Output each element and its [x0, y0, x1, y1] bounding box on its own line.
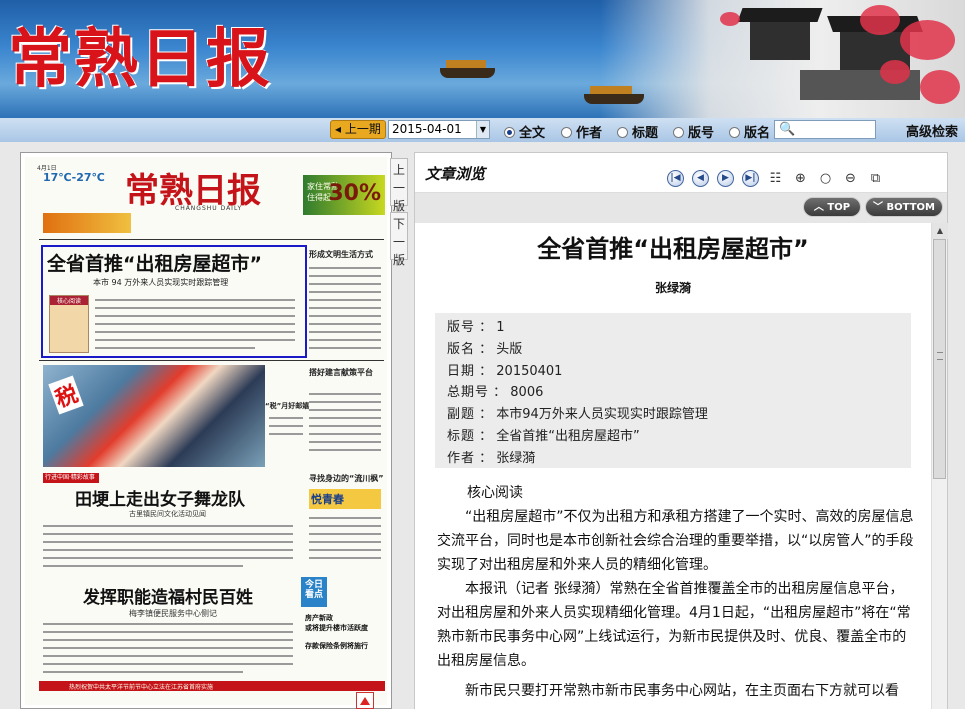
headline-article-hotspot[interactable]: 全省首推“出租房屋超市” 本市 94 万外来人员实现实时跟踪管理 核心阅读: [41, 245, 307, 358]
article-metadata: 版号 ： 1 版名 ： 头版 日期 ： 20150401 总期号 ： 8006 …: [435, 313, 911, 468]
ad-banner-top[interactable]: 家住常熟 住得起 30%: [303, 175, 385, 215]
front-page-photo[interactable]: 税: [43, 365, 265, 467]
next-page-button[interactable]: 下一版: [390, 212, 408, 267]
zoom-out-icon[interactable]: ⊖: [842, 170, 859, 187]
ad-banner-left[interactable]: [43, 213, 131, 233]
story3-headline[interactable]: 发挥职能造福村民百姓: [83, 583, 253, 608]
panel-title: 文章浏览: [425, 165, 486, 183]
pdf-download-icon[interactable]: [356, 692, 374, 709]
first-article-icon[interactable]: |◀: [667, 170, 684, 187]
issue-date-select[interactable]: 2015-04-01 ▼: [388, 120, 490, 139]
zoom-in-icon[interactable]: ⊕: [792, 170, 809, 187]
radio-author[interactable]: 作者: [561, 122, 602, 141]
meta-page-name: 版名 ： 头版: [447, 341, 523, 357]
article-list-icon[interactable]: ☷: [767, 170, 784, 187]
article-title: 全省首推“出租房屋超市”: [537, 235, 809, 263]
search-icon[interactable]: 🔍: [779, 122, 795, 137]
meta-title: 标题 ： 全省首推“出租房屋超市”: [447, 428, 640, 444]
newspaper-page-image[interactable]: 4月1日 17℃-27℃ 常熟日报 CHANGSHU DAILY 家住常熟 住得…: [25, 157, 387, 705]
newspaper-page-panel: 4月1日 17℃-27℃ 常熟日报 CHANGSHU DAILY 家住常熟 住得…: [20, 152, 392, 709]
search-input[interactable]: 🔍: [774, 120, 876, 139]
side-headline-3[interactable]: 寻找身边的“流川枫”: [309, 473, 384, 484]
banner-scenery: [600, 0, 965, 120]
yuqing-ad[interactable]: 悦青春: [309, 489, 381, 509]
core-reading-box: 核心阅读: [49, 295, 89, 353]
radio-page-name[interactable]: 版名: [729, 122, 770, 141]
meta-author: 作者 ： 张绿漪: [447, 450, 536, 466]
article-paragraph-2: “出租房屋超市”不仅为出租方和承租方搭建了一个实时、高效的房屋信息交流平台，同时…: [437, 509, 914, 573]
article-paragraph-3: 本报讯（记者 张绿漪）常熟在全省首推覆盖全市的出租房屋信息平台，对出租房屋和外来…: [437, 581, 911, 669]
radio-page-no[interactable]: 版号: [673, 122, 714, 141]
article-toolbar: 文章浏览 |◀ ◀ ▶ ▶| ☷ ⊕ ○ ⊖ ⧉: [415, 153, 947, 193]
today-highlights-badge: 今日看点: [301, 577, 327, 607]
article-panel: 文章浏览 |◀ ◀ ▶ ▶| ☷ ⊕ ○ ⊖ ⧉ ︿ TOP ﹀ BOTTOM …: [414, 152, 948, 709]
prev-page-button[interactable]: 上一版: [390, 158, 408, 213]
meta-subtitle: 副题 ： 本市94万外来人员实现实时跟踪管理: [447, 407, 708, 423]
scroll-jump-bar: ︿ TOP ﹀ BOTTOM: [415, 193, 947, 223]
article-content: 全省首推“出租房屋超市” 张绿漪 版号 ： 1 版名 ： 头版 日期 ： 201…: [415, 223, 931, 709]
article-scrollbar[interactable]: ▲: [931, 223, 948, 709]
last-article-icon[interactable]: ▶|: [742, 170, 759, 187]
advanced-search-link[interactable]: 高级检索: [906, 121, 958, 140]
prev-issue-button[interactable]: ◂ 上一期: [330, 120, 386, 139]
meta-issue-no: 总期号 ： 8006: [447, 385, 544, 401]
copy-icon[interactable]: ⧉: [867, 170, 884, 187]
bottom-banner: 热烈祝贺中共太平洋节前节中心立法在江苏省首府实施: [39, 681, 385, 691]
article-author: 张绿漪: [654, 281, 691, 295]
meta-date: 日期 ： 20150401: [447, 363, 563, 379]
scroll-up-icon[interactable]: ▲: [932, 223, 948, 239]
prev-article-icon[interactable]: ◀: [692, 170, 709, 187]
epaper-app: 常熟日报 ◂ 上一期 2015-04-01 ▼ 全文 作者 标题 版号 版名 🔍…: [0, 0, 965, 709]
zoom-reset-icon[interactable]: ○: [817, 170, 834, 187]
meta-page-no: 版号 ： 1: [447, 320, 505, 335]
scroll-bottom-button[interactable]: ﹀ BOTTOM: [865, 197, 943, 217]
dropdown-arrow-icon[interactable]: ▼: [476, 121, 489, 138]
radio-fulltext[interactable]: 全文: [504, 122, 545, 141]
article-paragraph-1: 核心阅读: [467, 485, 523, 501]
search-bar: ◂ 上一期 2015-04-01 ▼ 全文 作者 标题 版号 版名 🔍 高级检索: [0, 118, 965, 142]
story2-headline[interactable]: 田埂上走出女子舞龙队: [75, 485, 245, 510]
scrollbar-thumb[interactable]: [933, 239, 946, 479]
next-article-icon[interactable]: ▶: [717, 170, 734, 187]
site-logo[interactable]: 常熟日报: [8, 8, 272, 100]
scroll-top-button[interactable]: ︿ TOP: [803, 197, 861, 217]
side-headline-2[interactable]: 搭好建言献策平台: [309, 367, 373, 378]
article-paragraph-4: 新市民只要打开常熟市新市民事务中心网站，在主页面右下方就可以看: [465, 683, 899, 699]
header-banner: 常熟日报: [0, 0, 965, 120]
radio-title[interactable]: 标题: [617, 122, 658, 141]
side-headline-1[interactable]: 形成文明生活方式: [309, 249, 373, 260]
weather-info: 17℃-27℃: [43, 171, 105, 184]
